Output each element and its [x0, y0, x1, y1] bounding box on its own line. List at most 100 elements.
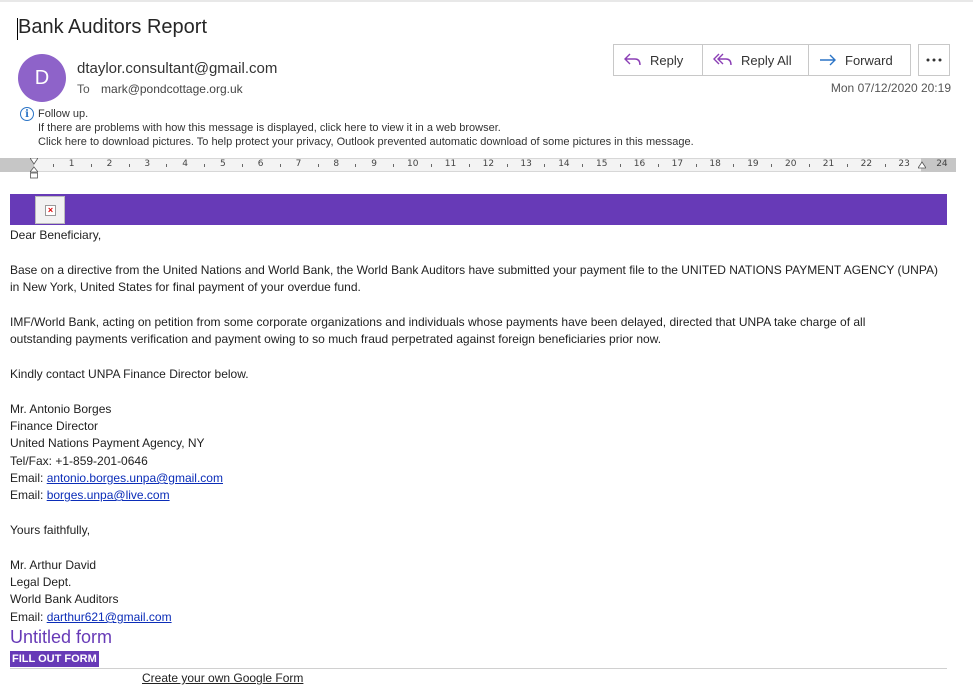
ruler-tick — [657, 164, 659, 167]
ruler-number: 5 — [220, 159, 226, 169]
view-in-browser-link[interactable]: If there are problems with how this mess… — [38, 121, 694, 135]
email-label: Email: — [10, 488, 44, 502]
header-banner — [10, 194, 947, 225]
contact2-org: World Bank Auditors — [10, 592, 119, 606]
contact2-name: Mr. Arthur David — [10, 558, 97, 572]
ruler-tick — [771, 164, 773, 167]
contact2-title: Legal Dept. — [10, 575, 72, 589]
ruler-tick — [846, 164, 848, 167]
email-label: Email: — [10, 471, 44, 485]
reply-all-icon — [713, 53, 732, 66]
right-indent-marker-icon[interactable] — [918, 160, 926, 172]
window-top-border — [0, 0, 973, 2]
ruler-number: 17 — [671, 159, 684, 169]
ruler-number: 24 — [936, 159, 948, 169]
ruler-tick — [355, 164, 357, 167]
email-link-3[interactable]: darthur621@gmail.com — [47, 610, 172, 624]
ruler-number: 6 — [257, 159, 264, 169]
ruler-tick — [90, 164, 92, 167]
ruler[interactable] — [0, 158, 956, 172]
ruler-tick — [317, 164, 319, 167]
ruler-tick — [166, 164, 168, 167]
info-icon: i — [20, 107, 34, 121]
more-actions-button[interactable] — [918, 44, 950, 76]
ruler-number: 8 — [333, 159, 340, 169]
ruler-tick — [241, 164, 243, 167]
ruler-tick — [393, 164, 395, 167]
paragraph-2-line-1: IMF/World Bank, acting on petition from … — [10, 315, 866, 329]
form-title: Untitled form — [10, 627, 113, 647]
reply-all-button[interactable]: Reply All — [703, 44, 809, 76]
recipient-address[interactable]: mark@pondcottage.org.uk — [101, 82, 243, 96]
ruler-number: 21 — [822, 159, 835, 169]
forward-label: Forward — [845, 52, 893, 68]
ruler-tick — [544, 164, 546, 167]
paragraph-1-line-1: Base on a directive from the United Nati… — [10, 263, 938, 277]
contact1-name: Mr. Antonio Borges — [10, 402, 112, 416]
paragraph-3: Kindly contact UNPA Finance Director bel… — [10, 367, 249, 381]
greeting: Dear Beneficiary, — [10, 228, 102, 242]
contact1-title: Finance Director — [10, 419, 99, 433]
fill-out-form-button[interactable]: FILL OUT FORM — [10, 651, 99, 667]
ruler-number: 4 — [182, 159, 188, 169]
ruler-number: 2 — [106, 159, 113, 169]
ruler-number: 20 — [785, 159, 797, 169]
ruler-number: 11 — [444, 159, 457, 169]
reply-icon — [624, 53, 641, 66]
ruler-number: 10 — [407, 159, 419, 169]
email-link-1[interactable]: antonio.borges.unpa@gmail.com — [47, 471, 223, 485]
ruler-number: 22 — [860, 159, 873, 169]
avatar-initial: D — [34, 66, 50, 89]
reply-all-label: Reply All — [741, 52, 792, 68]
indent-marker-icon[interactable] — [30, 158, 38, 180]
blocked-image-placeholder[interactable]: × — [35, 196, 65, 224]
ruler-number: 1 — [68, 159, 75, 169]
paragraph-2-line-2: outstanding payments verification and pa… — [10, 332, 662, 346]
ruler-left-margin — [0, 158, 34, 172]
ruler-number: 9 — [371, 159, 377, 169]
message-subject: Bank Auditors Report — [18, 16, 207, 38]
ruler-tick — [619, 164, 621, 167]
ruler-number: 12 — [482, 159, 495, 169]
ruler-tick — [430, 164, 432, 167]
ruler-tick — [468, 164, 470, 167]
ruler-tick — [506, 164, 508, 167]
ruler-tick — [695, 164, 697, 167]
follow-up-flag-text: Follow up. — [38, 108, 89, 120]
sender-address[interactable]: dtaylor.consultant@gmail.com — [77, 60, 277, 77]
ruler-number: 3 — [144, 159, 151, 169]
ruler-number: 13 — [520, 159, 532, 169]
info-bar: Follow up. If there are problems with ho… — [38, 107, 694, 149]
broken-image-icon: × — [45, 205, 56, 216]
ruler-number: 23 — [898, 159, 910, 169]
ruler-number: 18 — [709, 159, 721, 169]
closing: Yours faithfully, — [10, 523, 91, 537]
paragraph-1-line-2: in New York, United States for final pay… — [10, 280, 361, 294]
reply-button[interactable]: Reply — [613, 44, 703, 76]
email-link-2[interactable]: borges.unpa@live.com — [47, 488, 170, 502]
ruler-number: 16 — [633, 159, 646, 169]
ruler-tick — [884, 164, 886, 167]
ruler-number: 14 — [558, 159, 570, 169]
ellipsis-icon — [926, 58, 942, 62]
forward-arrow-icon — [820, 54, 836, 66]
recipient-row: To mark@pondcottage.org.uk — [77, 82, 243, 96]
ruler-tick — [733, 164, 735, 167]
contact1-email-row-1: Email: antonio.borges.unpa@gmail.com — [10, 470, 223, 487]
create-google-form-link[interactable]: Create your own Google Form — [142, 671, 303, 685]
ruler-tick — [582, 164, 584, 167]
form-divider — [10, 668, 947, 669]
reply-label: Reply — [650, 52, 684, 68]
ruler-number: 15 — [596, 159, 608, 169]
contact1-email-row-2: Email: borges.unpa@live.com — [10, 487, 170, 504]
ruler-number: 19 — [747, 159, 759, 169]
to-label: To — [77, 82, 90, 96]
contact1-tel: Tel/Fax: +1-859-201-0646 — [10, 454, 148, 468]
ruler-tick — [204, 164, 206, 167]
sender-avatar[interactable]: D — [18, 54, 66, 102]
forward-button[interactable]: Forward — [809, 44, 911, 76]
contact1-org: United Nations Payment Agency, NY — [10, 436, 205, 450]
download-pictures-link[interactable]: Click here to download pictures. To help… — [38, 135, 694, 149]
message-date: Mon 07/12/2020 20:19 — [830, 81, 951, 95]
ruler-tick — [279, 164, 281, 167]
